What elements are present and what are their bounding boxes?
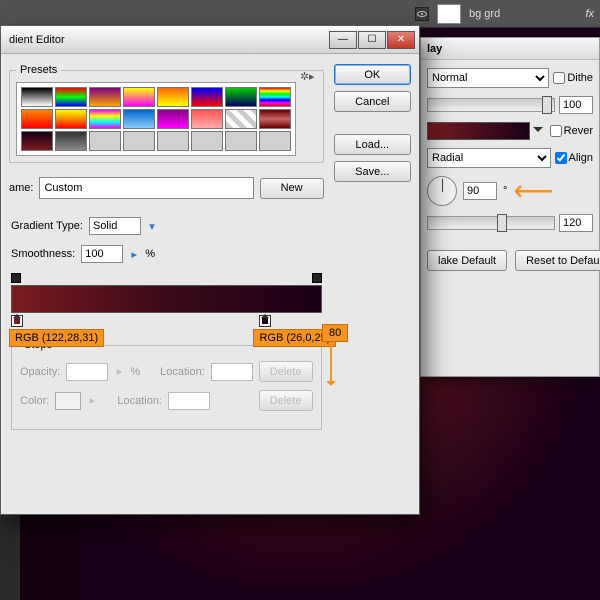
make-default-button[interactable]: lake Default: [427, 250, 507, 271]
reset-default-button[interactable]: Reset to Default: [515, 250, 600, 271]
opacity-stop-right[interactable]: [312, 273, 322, 283]
opacity-label: Opacity:: [20, 366, 60, 378]
presets-group: Presets ✲▸: [9, 64, 324, 163]
gradient-type-select[interactable]: Solid: [89, 217, 141, 235]
layer-thumbnail[interactable]: [437, 4, 461, 24]
chevron-right-icon[interactable]: ▸: [129, 248, 139, 261]
preset-swatch[interactable]: [191, 87, 223, 107]
layers-toolbar: bg grd fx: [0, 0, 600, 28]
dither-checkbox[interactable]: Dithe: [553, 72, 593, 84]
delete-color-stop-button: Delete: [259, 390, 313, 411]
load-button[interactable]: Load...: [334, 134, 411, 155]
opacity-value[interactable]: 100: [559, 96, 593, 114]
opacity-slider[interactable]: [427, 98, 555, 112]
opacity-stop-left[interactable]: [11, 273, 21, 283]
callout-rgb-left: RGB (122,28,31): [9, 329, 104, 347]
scale-value[interactable]: 120: [559, 214, 593, 232]
preset-swatch[interactable]: [55, 131, 87, 151]
preset-swatch[interactable]: [123, 109, 155, 129]
preset-swatch[interactable]: [21, 109, 53, 129]
preset-swatch[interactable]: [259, 87, 291, 107]
percent-label: %: [145, 248, 155, 260]
preset-swatch-grid[interactable]: [16, 82, 296, 156]
close-button[interactable]: ✕: [387, 31, 415, 49]
location-label: Location:: [160, 366, 205, 378]
preset-swatch[interactable]: [123, 87, 155, 107]
cancel-button[interactable]: Cancel: [334, 91, 411, 112]
preset-swatch[interactable]: [21, 131, 53, 151]
layer-visibility-toggle[interactable]: [415, 7, 429, 21]
maximize-button[interactable]: ☐: [358, 31, 386, 49]
preset-swatch[interactable]: [55, 87, 87, 107]
gradient-type-label: Gradient Type:: [11, 220, 83, 232]
preset-swatch[interactable]: [157, 131, 189, 151]
preset-swatch[interactable]: [191, 131, 223, 151]
gear-icon[interactable]: ✲▸: [300, 70, 315, 83]
layer-name[interactable]: bg grd: [469, 8, 500, 20]
stops-group: Stops Opacity: ▸% Location: Delete Color…: [11, 339, 322, 430]
angle-unit: °: [503, 185, 507, 197]
dialog-titlebar[interactable]: dient Editor — ☐ ✕: [1, 26, 419, 54]
smoothness-input[interactable]: 100: [81, 245, 123, 263]
align-checkbox[interactable]: Align: [555, 152, 593, 164]
preset-swatch[interactable]: [89, 131, 121, 151]
gradient-style-select[interactable]: Radial: [427, 148, 551, 168]
gradient-editor-dialog: dient Editor — ☐ ✕ Presets ✲▸ ame: New G…: [0, 25, 420, 515]
preset-swatch[interactable]: [225, 109, 257, 129]
delete-opacity-stop-button: Delete: [259, 361, 313, 382]
blend-mode-select[interactable]: Normal: [427, 68, 549, 88]
gradient-preview-bar[interactable]: [11, 285, 322, 313]
color-stop-right[interactable]: [259, 315, 271, 327]
color-label: Color:: [20, 395, 49, 407]
preset-swatch[interactable]: [157, 109, 189, 129]
smoothness-label: Smoothness:: [11, 248, 75, 260]
preset-swatch[interactable]: [157, 87, 189, 107]
stop-color-swatch: [55, 392, 81, 410]
preset-swatch[interactable]: [89, 87, 121, 107]
new-button[interactable]: New: [260, 178, 324, 199]
gradient-name-input[interactable]: [39, 177, 253, 199]
preset-swatch[interactable]: [225, 131, 257, 151]
gradient-picker[interactable]: [427, 122, 530, 140]
preset-swatch[interactable]: [259, 131, 291, 151]
dialog-title: dient Editor: [9, 34, 65, 46]
scale-slider[interactable]: [427, 216, 555, 230]
preset-swatch[interactable]: [191, 109, 223, 129]
name-label: ame:: [9, 182, 33, 194]
presets-label: Presets: [16, 64, 61, 76]
preset-swatch[interactable]: [225, 87, 257, 107]
eye-icon: [417, 11, 427, 17]
gradient-overlay-panel: lay Normal Dithe 100 Rever Radial Align …: [420, 37, 600, 377]
stop-color-location-input: [168, 392, 210, 410]
ok-button[interactable]: OK: [334, 64, 411, 85]
preset-swatch[interactable]: [21, 87, 53, 107]
stop-opacity-location-input: [211, 363, 253, 381]
callout-arrow-down-icon: [330, 345, 332, 385]
panel-title: lay: [421, 38, 599, 60]
preset-swatch[interactable]: [123, 131, 155, 151]
callout-arrow-icon: ⟵: [513, 177, 553, 205]
color-stop-left[interactable]: [11, 315, 23, 327]
minimize-button[interactable]: —: [329, 31, 357, 49]
angle-dial[interactable]: [427, 176, 457, 206]
save-button[interactable]: Save...: [334, 161, 411, 182]
layer-fx-badge[interactable]: fx: [585, 8, 594, 20]
location-label-2: Location:: [117, 395, 162, 407]
stop-opacity-input: [66, 363, 108, 381]
chevron-down-icon[interactable]: ▾: [147, 220, 157, 233]
preset-swatch[interactable]: [89, 109, 121, 129]
preset-swatch[interactable]: [55, 109, 87, 129]
reverse-checkbox[interactable]: Rever: [550, 125, 593, 137]
gradient-bar-editor[interactable]: RGB (122,28,31) RGB (26,0,25): [11, 285, 322, 313]
angle-value[interactable]: 90: [463, 182, 497, 200]
preset-swatch[interactable]: [259, 109, 291, 129]
callout-location-80: 80: [322, 324, 348, 342]
